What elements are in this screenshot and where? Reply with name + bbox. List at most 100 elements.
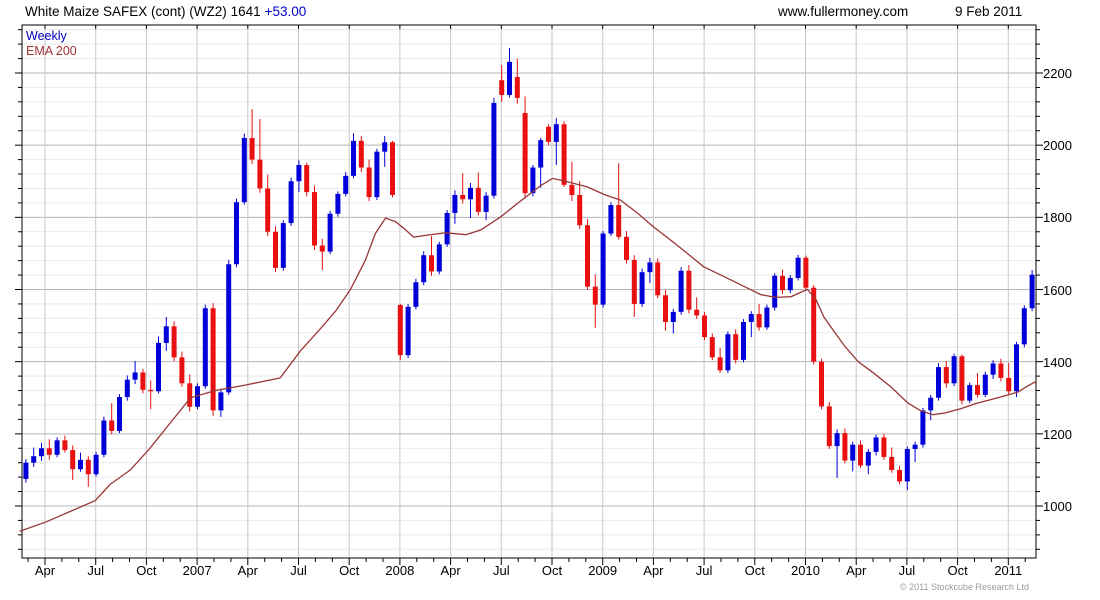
x-axis-label: Apr bbox=[643, 563, 663, 578]
candle bbox=[858, 440, 863, 468]
candle bbox=[679, 267, 684, 315]
price-change: +53.00 bbox=[265, 4, 307, 19]
candle bbox=[1022, 305, 1027, 347]
candle bbox=[39, 443, 44, 461]
candle bbox=[234, 199, 239, 268]
x-axis-label: 2007 bbox=[183, 563, 212, 578]
x-axis-label: Oct bbox=[947, 563, 967, 578]
candle bbox=[218, 389, 223, 417]
chart-date: 9 Feb 2011 bbox=[955, 4, 1022, 19]
x-axis-label: Oct bbox=[745, 563, 765, 578]
candle bbox=[819, 359, 824, 410]
candle bbox=[109, 403, 114, 434]
x-axis-label: Jul bbox=[290, 563, 307, 578]
candle bbox=[413, 279, 418, 310]
candle bbox=[569, 162, 574, 201]
x-axis-label: 2010 bbox=[791, 563, 820, 578]
candle bbox=[655, 258, 660, 298]
candle bbox=[117, 394, 122, 433]
candle bbox=[452, 190, 457, 224]
grid bbox=[22, 25, 1036, 558]
x-axis-label: 2011 bbox=[994, 563, 1022, 578]
candle bbox=[70, 445, 75, 480]
instrument-name: White Maize SAFEX (cont) (WZ2) bbox=[25, 4, 227, 19]
candle bbox=[733, 329, 738, 363]
candle bbox=[367, 160, 372, 201]
candle bbox=[1030, 270, 1035, 311]
y-axis-label: 2200 bbox=[1043, 66, 1072, 81]
candle bbox=[312, 186, 317, 250]
candle bbox=[928, 395, 933, 420]
candle bbox=[920, 408, 925, 448]
candle bbox=[359, 136, 364, 172]
legend-ema-200: EMA 200 bbox=[26, 44, 77, 58]
candle bbox=[476, 173, 481, 216]
candle bbox=[1014, 342, 1019, 397]
candle bbox=[179, 352, 184, 387]
y-axis-label: 1400 bbox=[1043, 355, 1072, 370]
candle bbox=[647, 258, 652, 283]
candle bbox=[593, 274, 598, 327]
candle bbox=[585, 219, 590, 289]
candle bbox=[421, 251, 426, 285]
candle bbox=[406, 304, 411, 358]
candle bbox=[975, 373, 980, 398]
candle bbox=[608, 202, 613, 236]
candle bbox=[866, 449, 871, 474]
candle bbox=[468, 183, 473, 218]
candle bbox=[94, 452, 99, 477]
x-axis-label: Apr bbox=[35, 563, 55, 578]
candle bbox=[289, 178, 294, 226]
candle bbox=[320, 239, 325, 270]
candle bbox=[983, 372, 988, 397]
y-axis-label: 1800 bbox=[1043, 210, 1072, 225]
candle bbox=[281, 220, 286, 271]
candle bbox=[101, 417, 106, 458]
candle bbox=[780, 270, 785, 294]
candle bbox=[874, 435, 879, 456]
candle bbox=[491, 98, 496, 199]
candle bbox=[889, 448, 894, 473]
candle bbox=[702, 312, 707, 340]
candle bbox=[959, 354, 964, 404]
candle bbox=[257, 119, 262, 193]
copyright-notice: © 2011 Stockcube Research Ltd bbox=[900, 582, 1029, 592]
candle bbox=[62, 436, 67, 453]
candle bbox=[757, 304, 762, 331]
candle bbox=[1006, 363, 1011, 395]
candle bbox=[31, 448, 36, 467]
candle bbox=[187, 374, 192, 411]
candle bbox=[382, 136, 387, 167]
price-chart bbox=[0, 0, 1100, 600]
candle bbox=[694, 297, 699, 319]
candle bbox=[343, 172, 348, 196]
x-axis-label: 2009 bbox=[588, 563, 617, 578]
site-url: www.fullermoney.com bbox=[778, 4, 908, 19]
candle bbox=[944, 361, 949, 388]
candle bbox=[601, 231, 606, 307]
candle bbox=[663, 290, 668, 330]
candle bbox=[429, 236, 434, 276]
candle bbox=[296, 160, 301, 192]
candle bbox=[710, 334, 715, 361]
candle bbox=[764, 305, 769, 330]
candle bbox=[803, 256, 808, 291]
x-axis-label: Apr bbox=[846, 563, 866, 578]
x-axis-label: Jul bbox=[87, 563, 104, 578]
candle bbox=[133, 361, 138, 384]
last-price: 1641 bbox=[231, 4, 261, 19]
candle bbox=[351, 133, 356, 178]
candle bbox=[788, 275, 793, 293]
axis-ticks bbox=[15, 25, 1043, 565]
candle bbox=[499, 65, 504, 102]
candle bbox=[507, 48, 512, 97]
x-axis-label: Oct bbox=[542, 563, 562, 578]
candle bbox=[936, 363, 941, 401]
candle bbox=[390, 141, 395, 198]
chart-page: { "header": { "title": "White Maize SAFE… bbox=[0, 0, 1100, 600]
candle bbox=[967, 383, 972, 404]
candle bbox=[913, 442, 918, 462]
candlestick-series bbox=[23, 48, 1034, 490]
candle bbox=[437, 242, 442, 274]
x-axis-label: Apr bbox=[238, 563, 258, 578]
